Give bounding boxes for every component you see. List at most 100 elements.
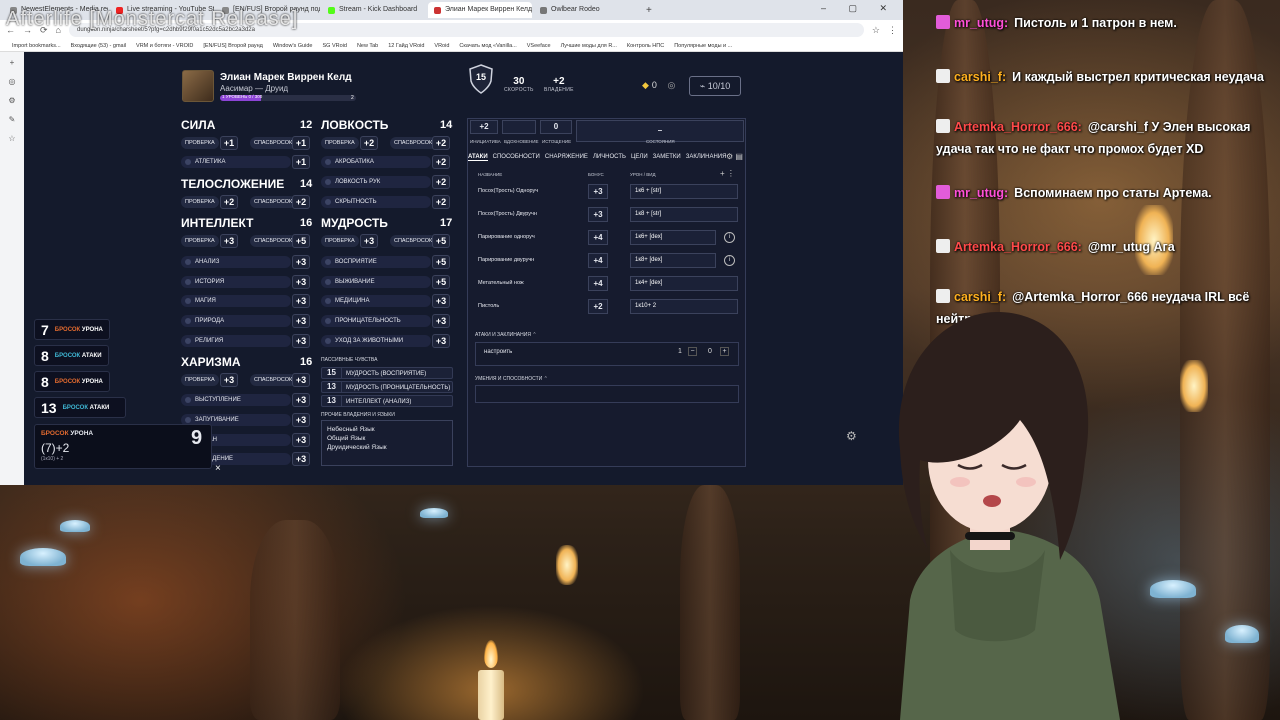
sidebar-star-icon[interactable]: ☆ (8, 134, 15, 143)
attack-bonus[interactable]: +2 (588, 299, 608, 314)
int-check-value[interactable]: +3 (220, 234, 238, 248)
armor-class[interactable]: 15 (468, 64, 494, 94)
bookmark[interactable]: VRoid (434, 40, 449, 51)
attack-row[interactable]: Посох(Трость) Двуручн +3 1к8 + [str] (474, 205, 738, 225)
skill-medicine[interactable]: МЕДИЦИНА (321, 295, 431, 307)
skill-value[interactable]: +1 (292, 155, 310, 169)
con-check-value[interactable]: +2 (220, 195, 238, 209)
skill-value[interactable]: +3 (292, 413, 310, 427)
bookmark[interactable]: Скачать мод «Vanilla... (459, 40, 516, 51)
abilities-textarea[interactable] (475, 385, 739, 403)
tab-equipment[interactable]: СНАРЯЖЕНИЕ (545, 154, 588, 161)
skill-performance[interactable]: ВЫСТУПЛЕНИЕ (181, 394, 291, 406)
bookmark[interactable]: Window's Guide (273, 40, 313, 51)
attack-row[interactable]: Посох(Трость) Одноруч +3 1к6 + [str] (474, 182, 738, 202)
bookmark[interactable]: VRM и ботяги - VROID (136, 40, 193, 51)
skill-value[interactable]: +3 (292, 452, 310, 466)
check-label[interactable]: ПРОВЕРКА (181, 235, 219, 247)
skill-value[interactable]: +3 (432, 314, 450, 328)
skill-value[interactable]: +2 (432, 195, 450, 209)
attack-damage[interactable]: 1к6+ [dex] (630, 230, 716, 245)
abilities-section-title[interactable]: УМЕНИЯ И СПОСОБНОСТИ ⌃ (475, 376, 548, 382)
sidebar-target-icon[interactable]: ◎ (9, 77, 16, 86)
attack-bonus[interactable]: +4 (588, 276, 608, 291)
skill-perception[interactable]: ВОСПРИЯТИЕ (321, 256, 431, 268)
attack-damage[interactable]: 1к8+ [dex] (630, 253, 716, 268)
wis-check-value[interactable]: +3 (360, 234, 378, 248)
tab-attacks[interactable]: АТАКИ (468, 154, 488, 161)
bookmark[interactable]: VSeeface (527, 40, 551, 51)
check-label[interactable]: ПРОВЕРКА (181, 137, 219, 149)
save-label[interactable]: СПАСБРОСОК (390, 137, 437, 149)
skill-value[interactable]: +3 (432, 334, 450, 348)
str-save-value[interactable]: +1 (292, 136, 310, 150)
coins[interactable]: ◆ 0 ◎ (642, 80, 675, 91)
skill-animal-handling[interactable]: УХОД ЗА ЖИВОТНЫМИ (321, 335, 431, 347)
settings-gear-icon[interactable]: ⚙ ▤ (726, 152, 743, 161)
increment-button[interactable]: + (720, 347, 729, 356)
star-icon[interactable]: ☆ (872, 25, 880, 36)
attack-row[interactable]: Пистоль +2 1к10+ 2 (474, 297, 738, 317)
skill-religion[interactable]: РЕЛИГИЯ (181, 335, 291, 347)
skill-athletics[interactable]: АТЛЕТИКА (181, 156, 291, 168)
bookmark[interactable]: Контроль НПС (627, 40, 664, 51)
attack-damage[interactable]: 1к6 + [str] (630, 184, 738, 199)
check-label[interactable]: ПРОВЕРКА (181, 196, 219, 208)
bookmark[interactable]: [EN/FUS] Второй раунд (203, 40, 263, 51)
bookmark[interactable]: Лучшие моды для R... (561, 40, 617, 51)
bookmark[interactable]: Import bookmarks... (12, 40, 61, 51)
save-label[interactable]: СПАСБРОСОК (390, 235, 437, 247)
attack-row[interactable]: Парирование одноруч +4 1к6+ [dex] i (474, 228, 738, 248)
bookmark[interactable]: Популярные моды и ... (674, 40, 732, 51)
attack-bonus[interactable]: +4 (588, 253, 608, 268)
skill-stealth[interactable]: СКРЫТНОСТЬ (321, 196, 431, 208)
decrement-button[interactable]: − (688, 347, 697, 356)
tab-personality[interactable]: ЛИЧНОСТЬ (593, 154, 626, 161)
bookmark[interactable]: Входящие (53) - gmail (71, 40, 126, 51)
exhaustion-value[interactable]: 0 (540, 120, 572, 134)
skill-value[interactable]: +3 (292, 334, 310, 348)
skill-value[interactable]: +3 (292, 255, 310, 269)
character-portrait[interactable] (182, 70, 214, 102)
attack-bonus[interactable]: +4 (588, 230, 608, 245)
advantage-box[interactable] (502, 120, 536, 134)
skill-value[interactable]: +5 (432, 275, 450, 289)
skill-value[interactable]: +5 (432, 255, 450, 269)
check-label[interactable]: ПРОВЕРКА (181, 374, 219, 386)
attack-damage[interactable]: 1к10+ 2 (630, 299, 738, 314)
check-label[interactable]: ПРОВЕРКА (321, 137, 359, 149)
add-attack-icon[interactable]: + ⋮ (720, 169, 735, 178)
info-icon[interactable]: i (724, 255, 735, 266)
save-label[interactable]: СПАСБРОСОК (250, 235, 297, 247)
sidebar-edit-icon[interactable]: ✎ (9, 115, 16, 124)
languages-textarea[interactable]: Небесный Язык Общий Язык Друидический Яз… (321, 420, 453, 466)
skill-value[interactable]: +3 (292, 294, 310, 308)
skill-value[interactable]: +3 (292, 393, 310, 407)
skill-sleight-of-hand[interactable]: ЛОВКОСТЬ РУК (321, 176, 431, 188)
tab-abilities[interactable]: СПОСОБНОСТИ (493, 154, 540, 161)
browser-tab[interactable]: Stream - Kick Dashboard (322, 2, 426, 18)
skill-history[interactable]: ИСТОРИЯ (181, 276, 291, 288)
tab-notes[interactable]: ЗАМЕТКИ (653, 154, 681, 161)
last-roll-card[interactable]: БРОСОК УРОНА (7)+2 (1к10) + 2 9 (34, 424, 212, 469)
skill-acrobatics[interactable]: АКРОБАТИКА (321, 156, 431, 168)
sidebar-gear-icon[interactable]: ⚙ (8, 96, 15, 105)
skill-value[interactable]: +3 (292, 314, 310, 328)
skill-nature[interactable]: ПРИРОДА (181, 315, 291, 327)
skill-arcana[interactable]: МАГИЯ (181, 295, 291, 307)
info-icon[interactable]: i (724, 232, 735, 243)
close-icon[interactable]: × (215, 463, 221, 474)
cha-save-value[interactable]: +3 (292, 373, 310, 387)
hit-points[interactable]: ⌁ 10/10 (689, 76, 741, 96)
attack-bonus[interactable]: +3 (588, 184, 608, 199)
spells-input[interactable]: настроить (484, 349, 512, 355)
attack-row[interactable]: Метательный нож +4 1к4+ [dex] (474, 274, 738, 294)
attack-bonus[interactable]: +3 (588, 207, 608, 222)
cha-check-value[interactable]: +3 (220, 373, 238, 387)
tab-goals[interactable]: ЦЕЛИ (631, 154, 648, 161)
attack-damage[interactable]: 1к4+ [dex] (630, 276, 738, 291)
save-label[interactable]: СПАСБРОСОК (250, 137, 297, 149)
sidebar-add-icon[interactable]: + (10, 58, 15, 67)
attack-damage[interactable]: 1к8 + [str] (630, 207, 738, 222)
str-check-value[interactable]: +1 (220, 136, 238, 150)
